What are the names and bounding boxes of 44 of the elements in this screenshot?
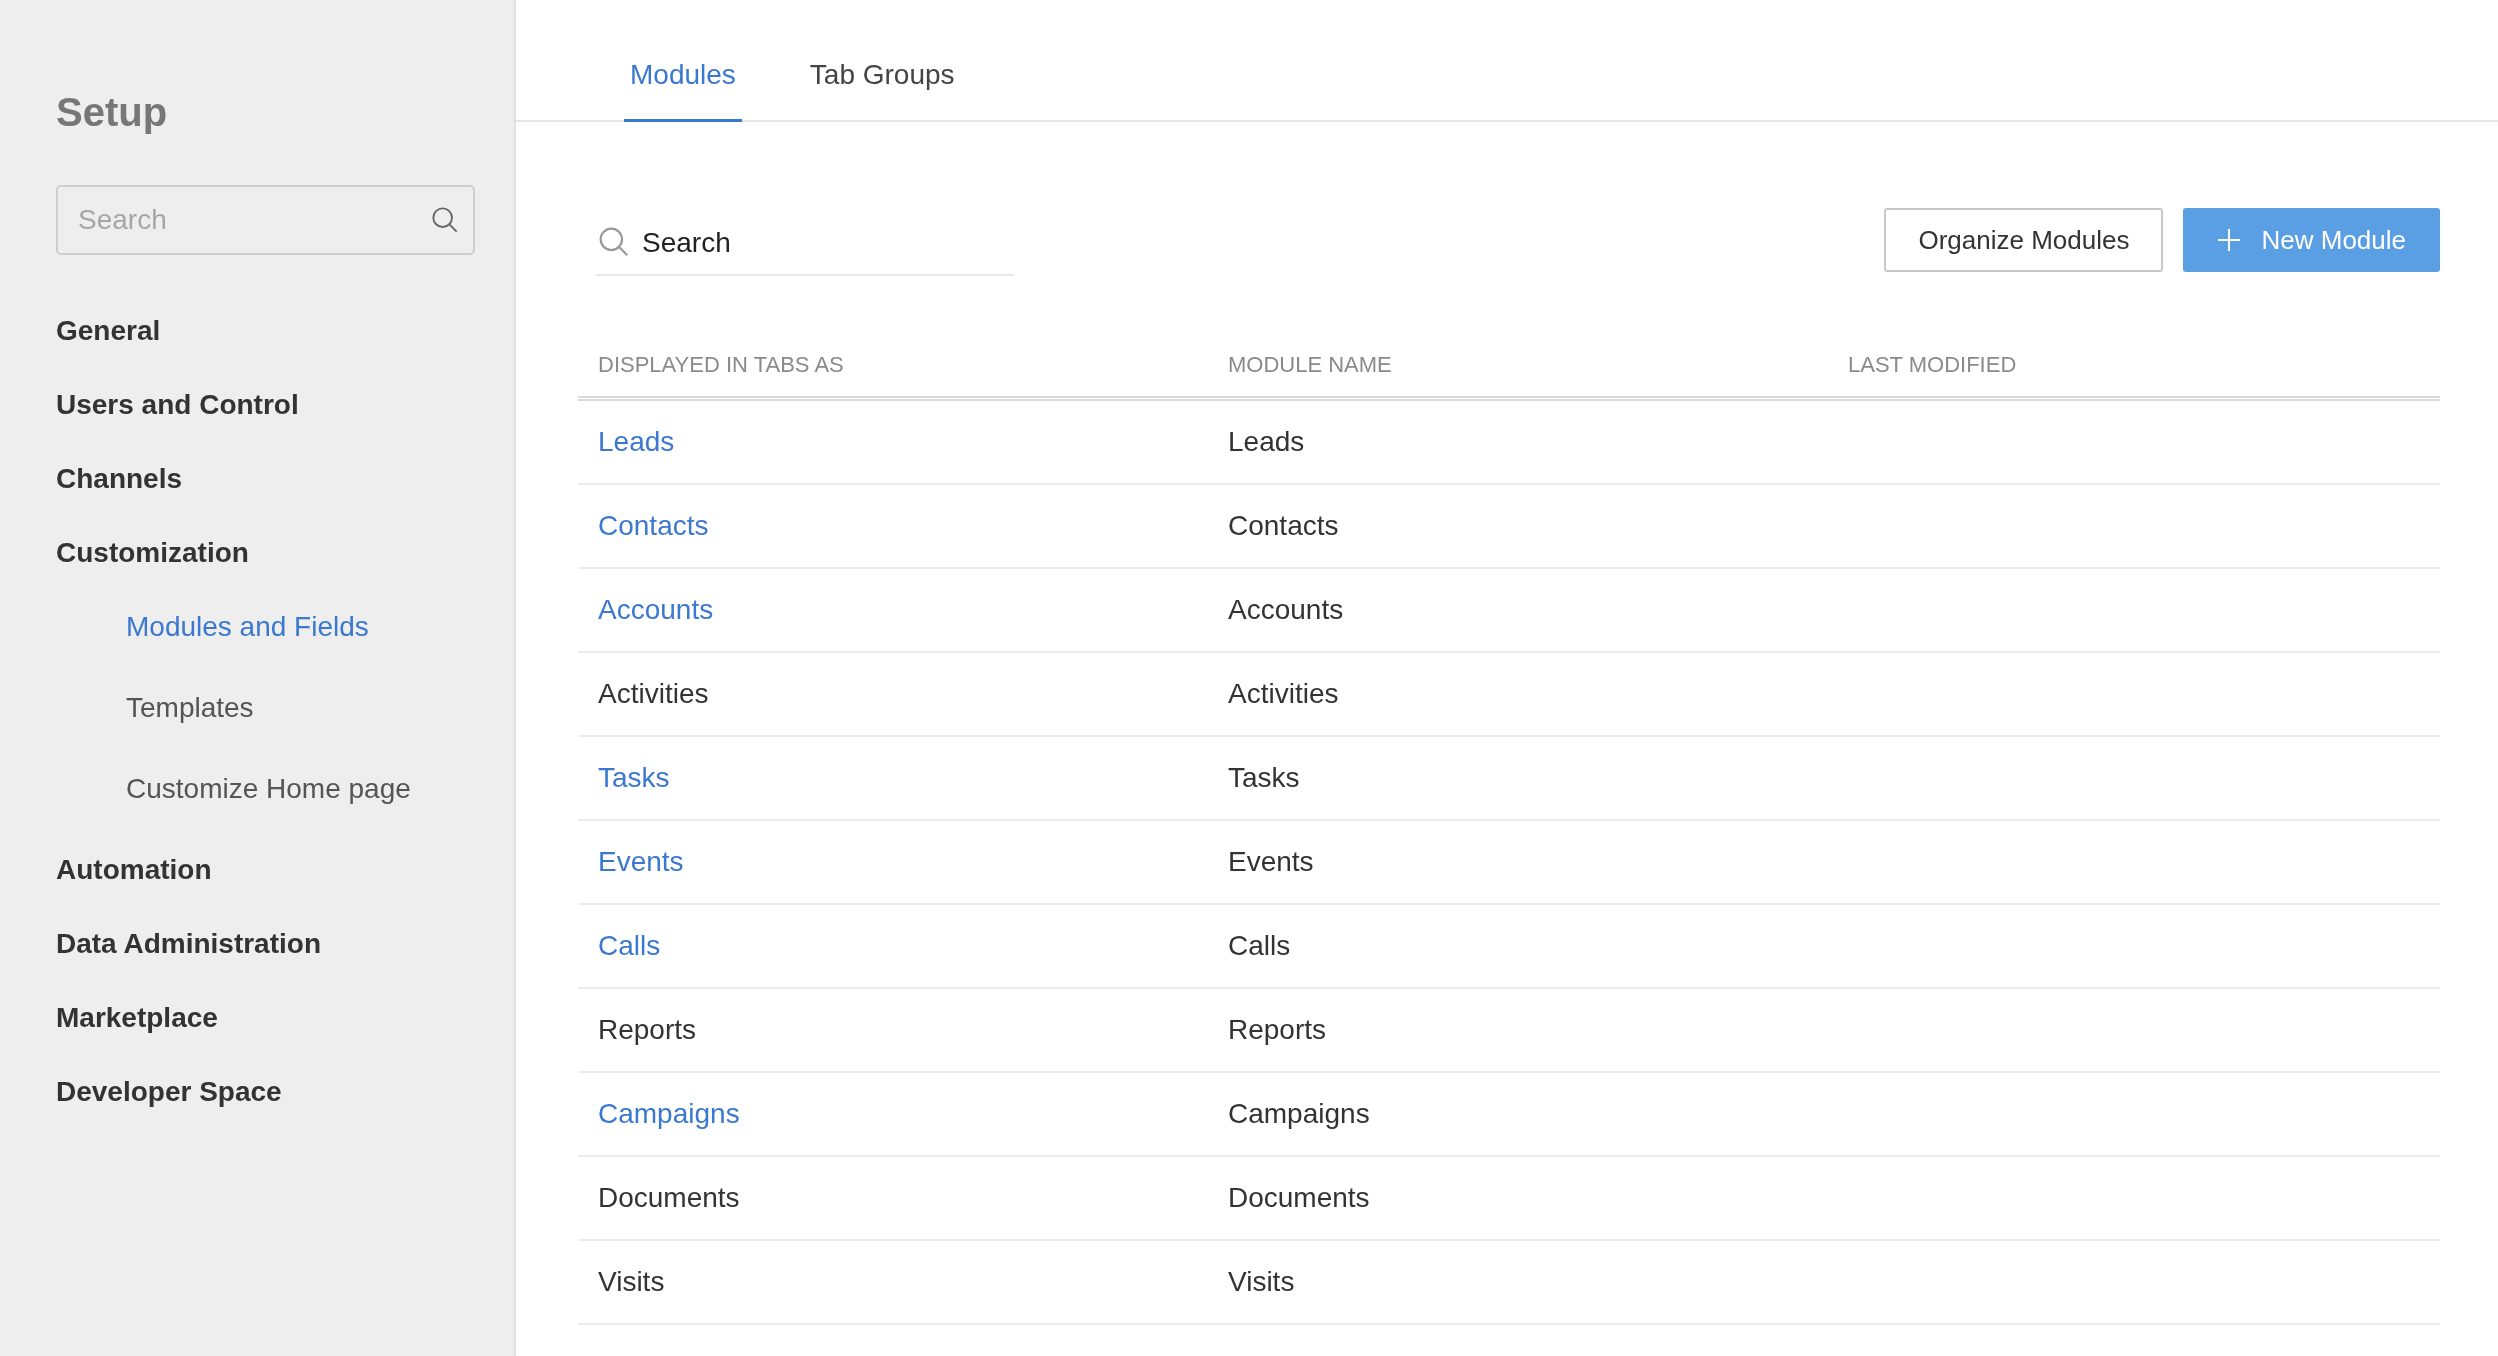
table-cell: Reports — [1228, 1014, 1327, 1045]
tab[interactable]: Tab Groups — [803, 58, 961, 122]
sidebar-item[interactable]: Templates — [126, 692, 254, 724]
organize-button[interactable]: Organize Modules — [1884, 208, 2164, 272]
plus-icon — [2217, 228, 2242, 252]
module-link[interactable]: Events — [598, 846, 684, 877]
sidebar-item[interactable]: Marketplace — [56, 1002, 218, 1034]
table-cell: Visits — [1228, 1266, 1295, 1297]
table-cell: Contacts — [1228, 510, 1339, 541]
sidebar-item[interactable]: Customization — [56, 537, 249, 569]
search-field[interactable]: Search — [56, 185, 475, 255]
sidebar-item[interactable]: Automation — [56, 854, 212, 886]
sidebar-title: Setup — [56, 90, 169, 135]
column-header: LAST MODIFIED — [1848, 352, 2017, 377]
table-cell: Activities — [1228, 678, 1339, 709]
table-cell: Leads — [1228, 426, 1305, 457]
sidebar-item[interactable]: Data Administration — [56, 928, 321, 960]
module-link[interactable]: Calls — [598, 930, 661, 961]
module-link[interactable]: Tasks — [598, 762, 670, 793]
sidebar-item[interactable]: Developer Space — [56, 1076, 282, 1108]
search-icon — [598, 226, 630, 258]
table-cell: Reports — [598, 1014, 697, 1045]
tab[interactable]: Modules — [624, 58, 742, 122]
sidebar-item[interactable]: Channels — [56, 463, 183, 495]
column-header: MODULE NAME — [1228, 352, 1392, 377]
sidebar-item[interactable]: General — [56, 315, 161, 347]
table-cell: Calls — [1228, 930, 1291, 961]
module-link[interactable]: Accounts — [598, 594, 714, 625]
module-link[interactable]: Campaigns — [598, 1098, 740, 1129]
table-cell: Visits — [598, 1266, 665, 1297]
table-cell: Campaigns — [1228, 1098, 1370, 1129]
module-link[interactable]: Leads — [598, 426, 675, 457]
sidebar-item[interactable]: Customize Home page — [126, 773, 411, 805]
search-icon — [431, 206, 459, 234]
table-cell: Tasks — [1228, 762, 1300, 793]
table-cell: Accounts — [1228, 594, 1344, 625]
sidebar-item[interactable]: Users and Control — [56, 389, 299, 421]
table-cell: Documents — [598, 1182, 740, 1213]
table-cell: Activities — [598, 678, 709, 709]
module-link[interactable]: Contacts — [598, 510, 709, 541]
table-cell: Events — [1228, 846, 1314, 877]
table-cell: Documents — [1228, 1182, 1370, 1213]
column-header: DISPLAYED IN TABS AS — [598, 352, 844, 377]
sidebar-item[interactable]: Modules and Fields — [126, 611, 369, 643]
